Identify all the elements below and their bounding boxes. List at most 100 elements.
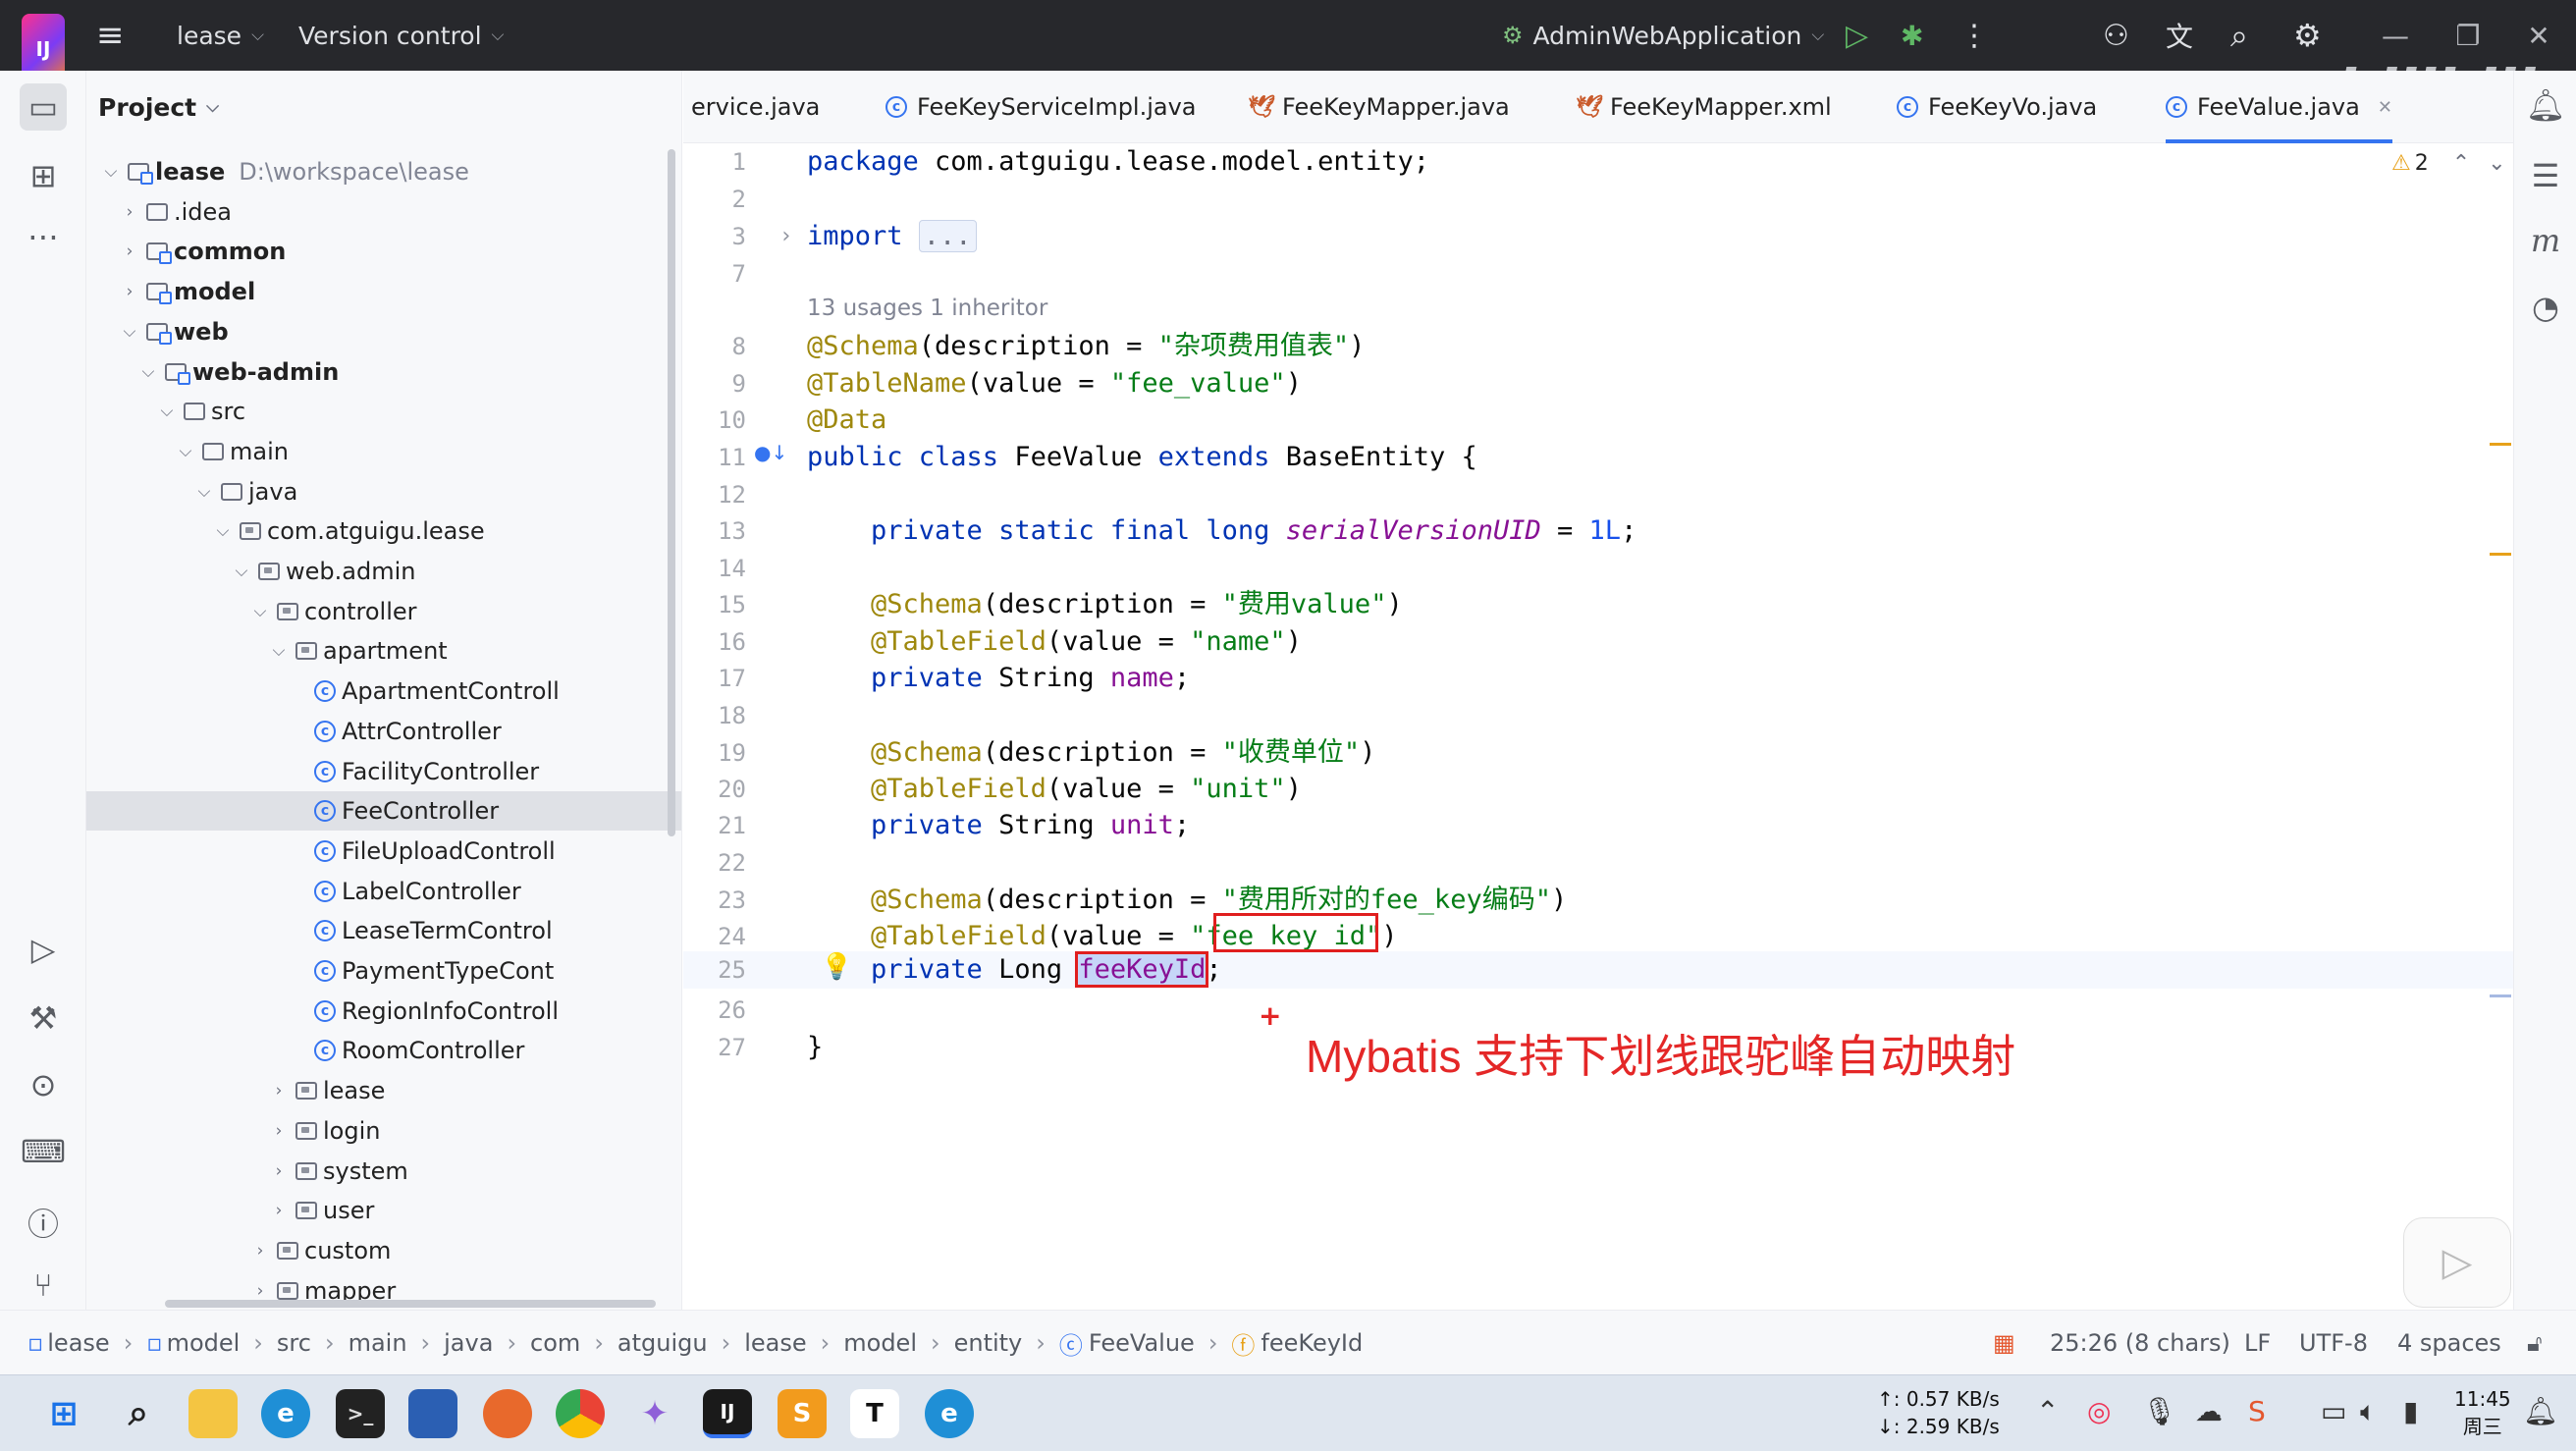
tree-item[interactable]: c FileUploadControll: [86, 832, 681, 871]
run-icon[interactable]: ▷: [1846, 0, 1868, 71]
chevron-right-icon[interactable]: ›: [117, 202, 142, 222]
battery-icon[interactable]: ▮: [2403, 1395, 2418, 1427]
breadcrumb-item[interactable]: model: [843, 1329, 917, 1357]
chevron-down-icon[interactable]: ⌵: [229, 562, 254, 581]
project-scrollbar[interactable]: [668, 149, 675, 836]
line-separator[interactable]: LF: [2244, 1311, 2271, 1375]
tray-app-icon[interactable]: ◎: [2087, 1395, 2111, 1427]
code-line[interactable]: @TableField(value = "name"): [807, 623, 1302, 661]
volume-icon[interactable]: 🔈︎: [2360, 1395, 2377, 1428]
code-line[interactable]: @TableField(value = "unit"): [807, 771, 1302, 808]
tree-item[interactable]: › user: [86, 1191, 681, 1230]
editor-tab[interactable]: c FeeValue.java ✕: [2166, 71, 2392, 143]
settings-gear-icon[interactable]: ⚙: [2293, 0, 2322, 71]
maven-icon[interactable]: m: [2514, 222, 2576, 259]
sublime-icon[interactable]: S: [778, 1389, 827, 1438]
breadcrumb-item[interactable]: com: [530, 1329, 580, 1357]
code-line[interactable]: @Schema(description = "收费单位"): [807, 734, 1375, 772]
tree-item[interactable]: › system: [86, 1152, 681, 1191]
services-icon[interactable]: ⊙: [0, 1066, 86, 1103]
implemented-marker-icon[interactable]: ●↓: [754, 441, 787, 464]
caret-position[interactable]: 25:26 (8 chars): [2050, 1311, 2230, 1375]
chevron-right-icon[interactable]: ›: [266, 1201, 292, 1220]
code-line[interactable]: @Data: [807, 402, 886, 439]
edge-dev-icon[interactable]: e: [925, 1389, 974, 1438]
breadcrumb-item[interactable]: main: [349, 1329, 407, 1357]
scroll-marker[interactable]: [2490, 994, 2511, 997]
tree-item[interactable]: ⌵ lease D:\workspace\lease: [86, 152, 681, 191]
structure-icon[interactable]: ⊞: [0, 157, 86, 194]
display-icon[interactable]: ▭: [2321, 1395, 2346, 1427]
tray-chevron-up-icon[interactable]: ⌃: [2036, 1395, 2059, 1427]
microphone-icon[interactable]: 🎙︎: [2142, 1395, 2177, 1427]
project-panel-title[interactable]: Project ⌵: [98, 71, 219, 143]
chevron-right-icon[interactable]: ›: [247, 1281, 273, 1301]
warnings-indicator[interactable]: ⚠ 2 ⌃ ⌄: [2391, 151, 2506, 176]
terminal-icon[interactable]: ⌨: [0, 1133, 86, 1170]
code-line[interactable]: private static final long serialVersionU…: [807, 512, 1637, 550]
editor-tab[interactable]: c FeeKeyVo.java: [1897, 71, 2097, 143]
code-line[interactable]: @Schema(description = "杂项费用值表"): [807, 328, 1365, 365]
breadcrumb-item[interactable]: FeeValue: [1089, 1329, 1195, 1357]
chevron-down-icon[interactable]: ⌵: [154, 402, 180, 421]
tree-item[interactable]: c LeaseTermControl: [86, 911, 681, 950]
edge-icon[interactable]: e: [261, 1389, 310, 1438]
tree-item[interactable]: › .idea: [86, 192, 681, 232]
breadcrumb-item[interactable]: model: [167, 1329, 241, 1357]
translate-icon[interactable]: 文: [2166, 0, 2193, 71]
code-line[interactable]: public class FeeValue extends BaseEntity…: [807, 439, 1477, 476]
chevron-right-icon[interactable]: ›: [266, 1081, 292, 1101]
tree-item[interactable]: c PaymentTypeCont: [86, 951, 681, 991]
tree-item[interactable]: › custom: [86, 1231, 681, 1270]
chevron-right-icon[interactable]: ›: [266, 1121, 292, 1141]
tree-item[interactable]: ⌵ web.admin: [86, 552, 681, 591]
file-explorer-icon[interactable]: [188, 1389, 238, 1438]
build-hammer-icon[interactable]: ⚒: [0, 999, 86, 1037]
account-icon[interactable]: ⚇: [2103, 0, 2129, 71]
editor-tab[interactable]: 🕊︎ FeeKeyMapper.xml: [1576, 71, 1832, 143]
code-line[interactable]: private String unit;: [807, 807, 1190, 844]
breadcrumb-item[interactable]: java: [444, 1329, 493, 1357]
code-line[interactable]: @TableName(value = "fee_value"): [807, 365, 1302, 403]
chevron-down-icon[interactable]: ⌵: [117, 322, 142, 342]
chrome-icon[interactable]: [556, 1389, 605, 1438]
notifications-bell-icon[interactable]: 🔔︎: [2514, 86, 2576, 124]
main-menu-icon[interactable]: ≡: [96, 0, 125, 71]
tree-item[interactable]: › login: [86, 1111, 681, 1151]
pinwheel-app-icon[interactable]: ✦: [630, 1389, 679, 1438]
ai-assistant-icon[interactable]: ◔: [2514, 289, 2576, 326]
project-horizontal-scrollbar[interactable]: [165, 1300, 656, 1308]
breadcrumb-item[interactable]: entity: [954, 1329, 1023, 1357]
tray-cloud-icon[interactable]: ☁: [2195, 1395, 2223, 1427]
code-line[interactable]: @Schema(description = "费用所对的fee_key编码"): [807, 882, 1567, 919]
notification-bell-icon[interactable]: 🔔︎: [2523, 1395, 2558, 1427]
git-branch-icon[interactable]: ⑂: [0, 1266, 86, 1304]
tree-item[interactable]: ⌵ apartment: [86, 631, 681, 671]
editor-tab[interactable]: 🕊︎ FeeKeyMapper.java: [1248, 71, 1510, 143]
breadcrumb-item[interactable]: lease: [47, 1329, 109, 1357]
tree-item[interactable]: › model: [86, 272, 681, 311]
intention-bulb-icon[interactable]: 💡: [821, 952, 852, 982]
chevron-down-icon[interactable]: ⌵: [210, 521, 236, 541]
more-actions-icon[interactable]: ⋮: [1959, 0, 1989, 71]
code-line[interactable]: private Long feeKeyId;: [807, 951, 1222, 989]
tree-item[interactable]: c FacilityController: [86, 752, 681, 791]
code-line[interactable]: private String name;: [807, 660, 1190, 697]
code-line[interactable]: }: [807, 1029, 823, 1066]
more-tools-icon[interactable]: ⋯: [0, 218, 86, 255]
tree-item[interactable]: ⌵ main: [86, 432, 681, 471]
breadcrumb-item[interactable]: lease: [744, 1329, 806, 1357]
database-icon[interactable]: ☰: [2514, 157, 2576, 194]
tree-item[interactable]: c RegionInfoControll: [86, 992, 681, 1031]
clock[interactable]: 11:45 周三: [2454, 1385, 2511, 1440]
tree-item[interactable]: › lease: [86, 1071, 681, 1110]
indent-setting[interactable]: 4 spaces: [2397, 1311, 2501, 1375]
code-line[interactable]: @Schema(description = "费用value"): [807, 586, 1403, 623]
start-icon[interactable]: ⊞: [39, 1389, 88, 1438]
chevron-down-icon[interactable]: ⌵: [173, 442, 198, 461]
tree-item[interactable]: ⌵ web-admin: [86, 352, 681, 392]
code-line[interactable]: › import ...: [779, 218, 977, 255]
project-folder-icon[interactable]: ▭: [0, 88, 86, 126]
breadcrumb-item[interactable]: feeKeyId: [1261, 1329, 1363, 1357]
readonly-lock-icon[interactable]: 🔓︎: [2527, 1311, 2543, 1375]
